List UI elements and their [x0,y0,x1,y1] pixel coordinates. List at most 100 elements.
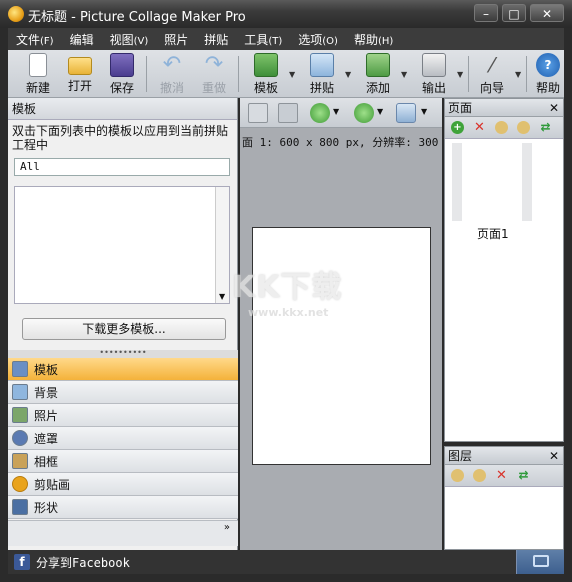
nav-item-photo[interactable]: 照片 [8,404,238,427]
collage-page[interactable] [252,227,431,465]
nav-item-clipart[interactable]: 剪贴画 [8,473,238,496]
magic-wand-icon: ⁄ [490,53,494,77]
thumbnail-rail [452,143,462,221]
crop-icon[interactable] [278,103,298,123]
app-icon [8,6,24,22]
page-up-icon[interactable] [495,121,508,134]
scroll-down-icon[interactable]: ▼ [219,292,225,301]
printer-icon [422,53,446,77]
move-up-dropdown-icon[interactable]: ▼ [333,107,339,116]
template-icon [254,53,278,77]
nav-item-frame[interactable]: 相框 [8,450,238,473]
output-button[interactable]: 输出 [416,53,452,96]
template-button[interactable]: 模板 [248,53,284,96]
floppy-save-icon [110,53,134,77]
move-down-dropdown-icon[interactable]: ▼ [377,107,383,116]
move-up-icon[interactable] [310,103,330,123]
toolbar-separator [238,56,239,92]
layer-up-icon[interactable] [451,469,464,482]
help-button[interactable]: ? 帮助 [532,53,564,96]
template-icon [12,361,28,377]
close-icon[interactable]: ✕ [549,99,559,117]
menu-file[interactable]: 文件(F) [8,31,62,48]
download-more-templates-button[interactable]: 下载更多模板... [22,318,226,340]
mask-icon [12,430,28,446]
page-thumbnail-label: 页面1 [477,227,509,241]
nav-item-shape[interactable]: 形状 [8,496,238,519]
new-document-icon [29,53,47,77]
save-button[interactable]: 保存 [104,53,140,96]
menu-collage[interactable]: 拼贴 [196,31,236,48]
collage-icon [310,53,334,77]
page-down-icon[interactable] [517,121,530,134]
layers-panel-header: 图层 ✕ [445,447,563,465]
toolbar-separator [526,56,527,92]
close-button[interactable]: ✕ [530,4,564,22]
undo-button[interactable]: ↶ 撤消 [154,53,190,96]
display-mode-button[interactable] [516,550,564,574]
category-nav: 模板 背景 照片 遮罩 相框 剪贴画 形状 [8,358,238,519]
pages-toolbar: + ✕ ⇄ [445,117,563,139]
title-bar: 无标题 - Picture Collage Maker Pro – □ ✕ [0,0,572,28]
pages-panel: 页面 ✕ + ✕ ⇄ 页面1 [444,98,564,442]
add-button[interactable]: 添加 [360,53,396,96]
main-toolbar: 新建 打开 保存 ↶ 撤消 ↷ 重做 模板 ▼ 拼贴 ▼ 添加 ▼ 输出 ▼ ⁄… [8,50,564,98]
delete-layer-icon[interactable]: ✕ [495,469,508,482]
rotate-icon[interactable] [396,103,416,123]
shape-icon [12,499,28,515]
close-icon[interactable]: ✕ [549,447,559,465]
move-down-icon[interactable] [354,103,374,123]
collage-button[interactable]: 拼贴 [304,53,340,96]
menu-help[interactable]: 帮助(H) [346,31,401,48]
redo-icon: ↷ [204,52,224,77]
help-icon: ? [536,53,560,77]
menu-tools[interactable]: 工具(T) [236,31,290,48]
layers-toolbar: ✕ ⇄ [445,465,563,487]
window-title: 无标题 - Picture Collage Maker Pro [28,10,246,25]
delete-page-icon[interactable]: ✕ [473,121,486,134]
page-info: 面 1: 600 x 800 px, 分辨率: 300 [242,136,439,149]
refresh-icon[interactable]: ⇄ [517,469,530,482]
splitter-grip[interactable]: •••••••••• [8,349,238,358]
add-page-icon[interactable]: + [451,121,464,134]
more-categories-icon[interactable]: » [224,523,230,533]
minimize-button[interactable]: – [474,4,498,22]
template-category-select[interactable]: All [14,158,230,176]
output-dropdown-icon[interactable]: ▼ [457,70,463,79]
canvas-toolbar: ▼ ▼ ▼ [240,98,442,128]
open-button[interactable]: 打开 [62,53,98,94]
new-button[interactable]: 新建 [20,53,56,96]
collage-dropdown-icon[interactable]: ▼ [345,70,351,79]
template-list[interactable]: ▼ [14,186,230,304]
portrait-icon[interactable] [248,103,268,123]
share-facebook-link[interactable]: 分享到Facebook [36,554,130,571]
undo-icon: ↶ [162,52,182,77]
wizard-button[interactable]: ⁄ 向导 [474,53,510,96]
template-list-scrollbar[interactable]: ▼ [215,187,229,303]
layer-down-icon[interactable] [473,469,486,482]
redo-button[interactable]: ↷ 重做 [196,53,232,96]
facebook-icon[interactable]: f [14,554,30,570]
menu-view[interactable]: 视图(V) [102,31,157,48]
menu-bar: 文件(F) 编辑 视图(V) 照片 拼贴 工具(T) 选项(O) 帮助(H) [8,28,564,50]
nav-item-mask[interactable]: 遮罩 [8,427,238,450]
refresh-icon[interactable]: ⇄ [539,121,552,134]
status-bar: f 分享到Facebook [8,550,564,574]
menu-photo[interactable]: 照片 [156,31,196,48]
add-dropdown-icon[interactable]: ▼ [401,70,407,79]
rotate-dropdown-icon[interactable]: ▼ [421,107,427,116]
nav-footer: » [8,520,238,546]
menu-options[interactable]: 选项(O) [290,31,346,48]
nav-item-template[interactable]: 模板 [8,358,238,381]
toolbar-separator [468,56,469,92]
menu-edit[interactable]: 编辑 [62,31,102,48]
layers-panel: 图层 ✕ ✕ ⇄ [444,446,564,550]
frame-icon [12,453,28,469]
maximize-button[interactable]: □ [502,4,526,22]
monitor-icon [533,555,549,567]
nav-item-background[interactable]: 背景 [8,381,238,404]
template-instructions: 双击下面列表中的模板以应用到当前拼贴工程中 [12,124,229,152]
wizard-dropdown-icon[interactable]: ▼ [515,70,521,79]
page-thumbnail[interactable] [452,143,540,221]
template-dropdown-icon[interactable]: ▼ [289,70,295,79]
